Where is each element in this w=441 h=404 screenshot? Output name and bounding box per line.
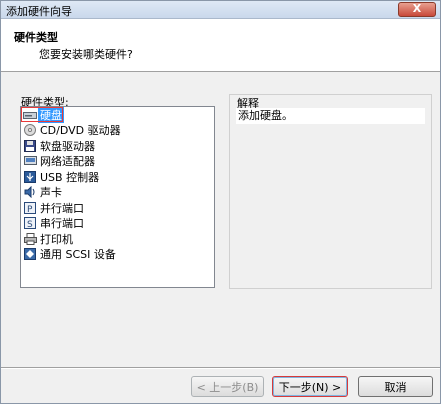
hard-disk-icon <box>23 109 37 121</box>
window-title: 添加硬件向导 <box>6 5 72 18</box>
page-title: 硬件类型 <box>14 31 58 44</box>
list-item-usb-controller[interactable]: USB 控制器 <box>21 169 214 185</box>
add-hardware-wizard-window: 添加硬件向导 X 硬件类型 您要安装哪类硬件? 硬件类型: 硬盘 CD/DVD … <box>0 0 441 404</box>
hardware-type-listbox[interactable]: 硬盘 CD/DVD 驱动器 软盘驱动器 网络适配器 USB 控制器 声卡 P 并… <box>20 106 215 288</box>
list-item-label: 串行端口 <box>40 217 84 231</box>
list-item-label: 硬盘 <box>38 106 64 123</box>
page-subtitle: 您要安装哪类硬件? <box>39 48 133 61</box>
next-button[interactable]: 下一步(N) > <box>272 376 348 397</box>
list-item-hard-disk[interactable]: 硬盘 <box>21 106 214 123</box>
cd-dvd-icon <box>23 124 37 137</box>
close-button[interactable]: X <box>398 2 436 17</box>
list-item-label: CD/DVD 驱动器 <box>40 124 121 138</box>
list-item-label: 通用 SCSI 设备 <box>40 248 116 262</box>
printer-icon <box>23 232 37 245</box>
list-item-parallel-port[interactable]: P 并行端口 <box>21 200 214 216</box>
list-item-label: USB 控制器 <box>40 170 100 184</box>
footer-divider <box>1 367 440 369</box>
list-item-printer[interactable]: 打印机 <box>21 231 214 247</box>
list-item-serial-port[interactable]: S 串行端口 <box>21 216 214 232</box>
close-icon: X <box>412 2 422 15</box>
sound-card-icon <box>23 186 37 199</box>
list-item-label: 声卡 <box>40 186 62 200</box>
list-item-scsi[interactable]: 通用 SCSI 设备 <box>21 247 214 263</box>
svg-text:S: S <box>27 220 33 229</box>
svg-text:P: P <box>27 205 33 214</box>
parallel-port-icon: P <box>23 201 37 214</box>
title-bar: 添加硬件向导 X <box>1 1 440 19</box>
cancel-button[interactable]: 取消 <box>358 376 433 397</box>
explanation-text: 添加硬盘。 <box>236 108 425 124</box>
list-item-network-adapter[interactable]: 网络适配器 <box>21 154 214 170</box>
list-item-label: 打印机 <box>40 232 73 246</box>
network-adapter-icon <box>23 155 37 167</box>
list-item-label: 并行端口 <box>40 201 84 215</box>
list-item-sound-card[interactable]: 声卡 <box>21 185 214 201</box>
usb-icon <box>23 170 37 183</box>
scsi-icon <box>23 248 37 261</box>
list-item-label: 软盘驱动器 <box>40 139 95 153</box>
list-item-label: 网络适配器 <box>40 155 95 169</box>
floppy-icon <box>23 139 37 152</box>
wizard-header: 硬件类型 您要安装哪类硬件? <box>1 19 440 72</box>
back-button[interactable]: < 上一步(B) <box>191 376 264 397</box>
list-item-cd-dvd[interactable]: CD/DVD 驱动器 <box>21 123 214 139</box>
list-item-floppy[interactable]: 软盘驱动器 <box>21 138 214 154</box>
explanation-panel: 解释 添加硬盘。 <box>229 94 432 289</box>
serial-port-icon: S <box>23 217 37 230</box>
